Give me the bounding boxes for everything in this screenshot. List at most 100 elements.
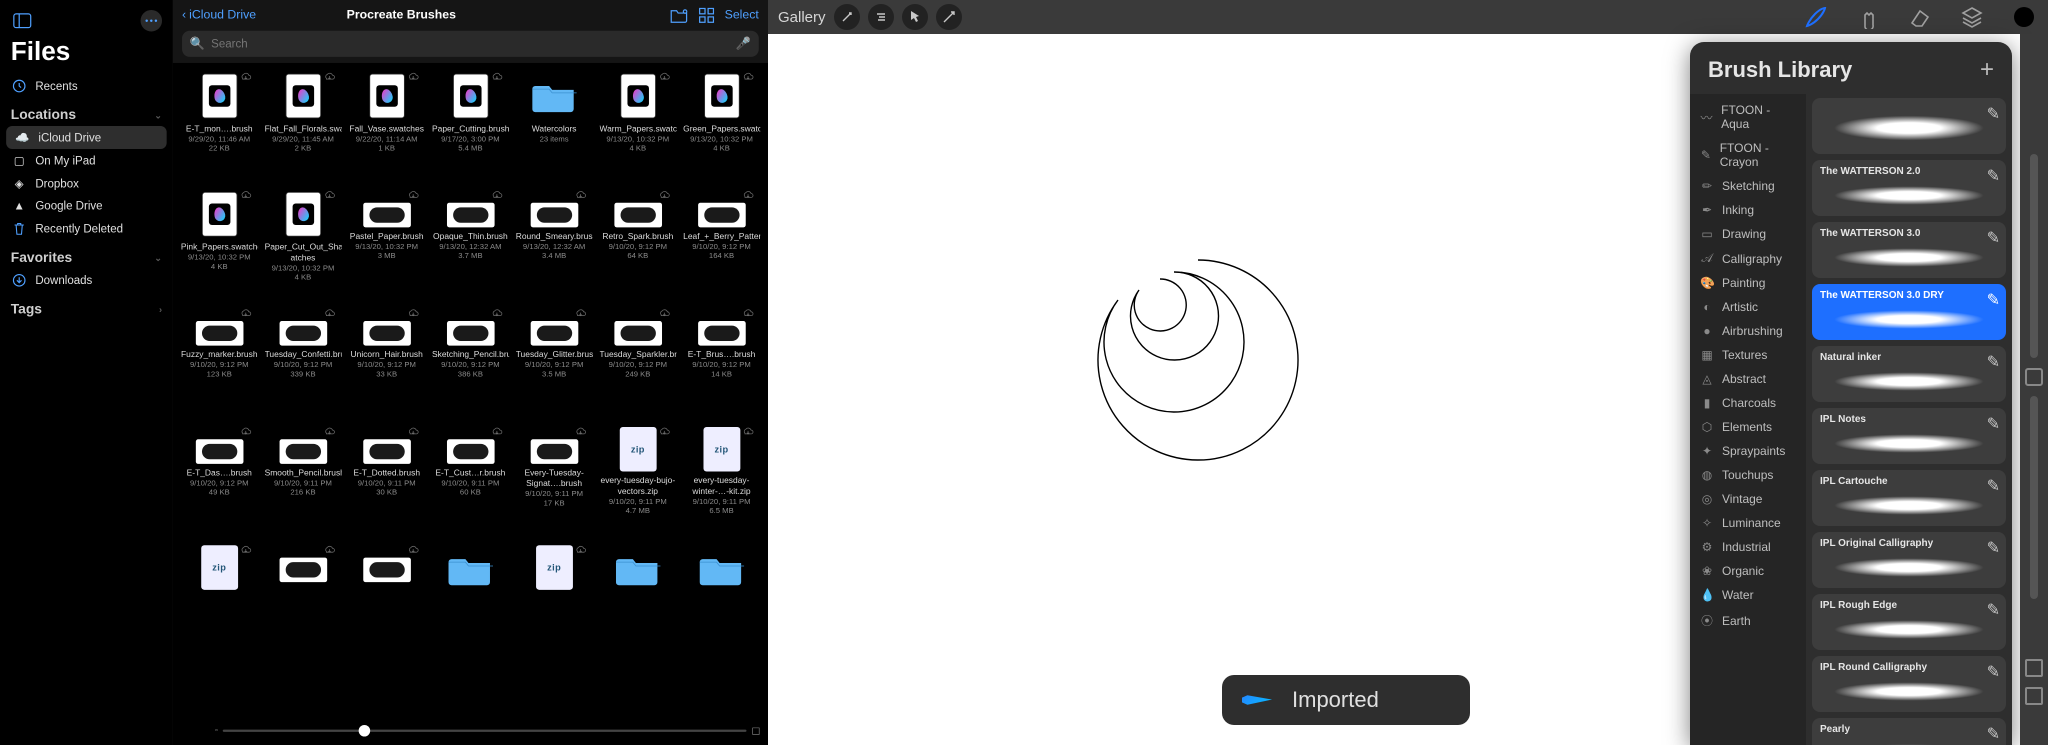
brush-item[interactable]: ✎ bbox=[1812, 98, 2006, 154]
brush-category[interactable]: ✦Spraypaints bbox=[1690, 439, 1806, 463]
brush-item[interactable]: Natural inker✎ bbox=[1812, 346, 2006, 402]
undo-button[interactable] bbox=[2025, 659, 2043, 677]
select-icon[interactable] bbox=[902, 4, 928, 30]
brush-category[interactable]: 〰FTOON - Aqua bbox=[1690, 98, 1806, 136]
file-item[interactable]: Pastel_Paper.brush9/13/20, 10:32 PM3 MB bbox=[346, 187, 427, 302]
file-item[interactable]: zipevery-tuesday-bujo-vectors.zip9/10/20… bbox=[598, 424, 679, 539]
file-item[interactable]: Retro_Spark.brush9/10/20, 9:12 PM64 KB bbox=[598, 187, 679, 302]
file-item[interactable]: Green_Papers.swatches9/13/20, 10:32 PM4 … bbox=[681, 69, 762, 184]
mic-icon[interactable]: 🎤 bbox=[736, 36, 751, 51]
file-item[interactable]: Tuesday_Glitter.brush9/10/20, 9:12 PM3.5… bbox=[514, 306, 595, 421]
file-item[interactable] bbox=[346, 542, 427, 657]
file-item[interactable]: Opaque_Thin.brush9/13/20, 12:32 AM3.7 MB bbox=[430, 187, 511, 302]
loc-dropbox[interactable]: ◈Dropbox bbox=[0, 172, 173, 195]
brush-category[interactable]: ▭Drawing bbox=[1690, 222, 1806, 246]
file-item[interactable]: zip bbox=[514, 542, 595, 657]
file-item[interactable]: Tuesday_Sparkler.brush9/10/20, 9:12 PM24… bbox=[598, 306, 679, 421]
file-item[interactable] bbox=[598, 542, 679, 657]
layers-icon[interactable] bbox=[1958, 3, 1986, 31]
brush-category[interactable]: ✒Inking bbox=[1690, 198, 1806, 222]
brush-category[interactable]: ◬Abstract bbox=[1690, 367, 1806, 391]
file-item[interactable]: Warm_Papers.swatches9/13/20, 10:32 PM4 K… bbox=[598, 69, 679, 184]
loc-recentdel[interactable]: Recently Deleted bbox=[0, 217, 173, 240]
file-item[interactable] bbox=[430, 542, 511, 657]
redo-button[interactable] bbox=[2025, 687, 2043, 705]
file-item[interactable]: E-T_Dotted.brush9/10/20, 9:11 PM30 KB bbox=[346, 424, 427, 539]
brush-category[interactable]: ✎FTOON - Crayon bbox=[1690, 136, 1806, 174]
eraser-tool-icon[interactable] bbox=[1906, 3, 1934, 31]
file-item[interactable]: Sketching_Pencil.brush9/10/20, 9:12 PM38… bbox=[430, 306, 511, 421]
file-item[interactable]: Flat_Fall_Florals.swatches9/29/20, 11:45… bbox=[263, 69, 344, 184]
brush-item[interactable]: IPL Rough Edge✎ bbox=[1812, 594, 2006, 650]
brush-item[interactable]: IPL Original Calligraphy✎ bbox=[1812, 532, 2006, 588]
file-item[interactable]: Paper_Cutting.brushset9/17/20, 3:00 PM5.… bbox=[430, 69, 511, 184]
file-item[interactable]: Unicorn_Hair.brush9/10/20, 9:12 PM33 KB bbox=[346, 306, 427, 421]
file-item[interactable]: E-T_Cust…r.brush9/10/20, 9:11 PM60 KB bbox=[430, 424, 511, 539]
brush-category[interactable]: ◐Artistic bbox=[1690, 295, 1806, 319]
brush-category[interactable]: ✧Luminance bbox=[1690, 511, 1806, 535]
brush-category[interactable]: ●Airbrushing bbox=[1690, 319, 1806, 343]
color-icon[interactable] bbox=[2010, 3, 2038, 31]
adjust-icon[interactable] bbox=[868, 4, 894, 30]
brush-category[interactable]: ▦Textures bbox=[1690, 343, 1806, 367]
file-item[interactable]: zip bbox=[179, 542, 260, 657]
brush-item[interactable]: IPL Cartouche✎ bbox=[1812, 470, 2006, 526]
favorites-header[interactable]: Favorites⌄ bbox=[0, 240, 173, 268]
loc-icloud[interactable]: ☁️iCloud Drive bbox=[6, 126, 167, 149]
file-item[interactable]: Pink_Papers.swatches9/13/20, 10:32 PM4 K… bbox=[179, 187, 260, 302]
file-item[interactable]: Paper_Cut_Out_Shark…atches9/13/20, 10:32… bbox=[263, 187, 344, 302]
sidebar-recents[interactable]: Recents bbox=[0, 74, 173, 97]
file-item[interactable]: Leaf_+_Berry_Pattern.brush9/10/20, 9:12 … bbox=[681, 187, 762, 302]
new-folder-icon[interactable] bbox=[669, 8, 687, 23]
file-item[interactable] bbox=[263, 542, 344, 657]
file-item[interactable]: Smooth_Pencil.brush9/10/20, 9:11 PM216 K… bbox=[263, 424, 344, 539]
search-field[interactable]: 🔍 🎤 bbox=[182, 31, 759, 57]
file-item[interactable] bbox=[681, 542, 762, 657]
brush-category[interactable]: ⦿Earth bbox=[1690, 607, 1806, 634]
add-brush-icon[interactable]: + bbox=[1980, 56, 1994, 84]
file-item[interactable]: E-T_Das….brush9/10/20, 9:12 PM49 KB bbox=[179, 424, 260, 539]
gallery-button[interactable]: Gallery bbox=[778, 9, 826, 26]
thumbnail-size-slider[interactable]: ▫ ◻ bbox=[215, 723, 760, 737]
brush-item[interactable]: IPL Round Calligraphy✎ bbox=[1812, 656, 2006, 712]
actions-icon[interactable] bbox=[834, 4, 860, 30]
brush-category[interactable]: ⚙Industrial bbox=[1690, 535, 1806, 559]
brush-size-slider[interactable] bbox=[2030, 154, 2038, 358]
brush-category[interactable]: ✏Sketching bbox=[1690, 174, 1806, 198]
brush-category[interactable]: ▮Charcoals bbox=[1690, 391, 1806, 415]
file-item[interactable]: Fuzzy_marker.brush9/10/20, 9:12 PM123 KB bbox=[179, 306, 260, 421]
sidebar-toggle-icon[interactable] bbox=[11, 9, 34, 32]
fav-downloads[interactable]: Downloads bbox=[0, 269, 173, 292]
file-item[interactable]: E-T_Brus….brush9/10/20, 9:12 PM14 KB bbox=[681, 306, 762, 421]
file-item[interactable]: E-T_mon….brush9/29/20, 11:46 AM22 KB bbox=[179, 69, 260, 184]
brush-item[interactable]: The WATTERSON 3.0✎ bbox=[1812, 222, 2006, 278]
file-item[interactable]: Tuesday_Confetti.brush9/10/20, 9:12 PM33… bbox=[263, 306, 344, 421]
view-grid-icon[interactable] bbox=[699, 8, 714, 23]
brush-item[interactable]: The WATTERSON 3.0 DRY✎ bbox=[1812, 284, 2006, 340]
brush-category[interactable]: 🎨Painting bbox=[1690, 271, 1806, 295]
loc-gdrive[interactable]: ▲Google Drive bbox=[0, 195, 173, 217]
file-item[interactable]: Round_Smeary.brush9/13/20, 12:32 AM3.4 M… bbox=[514, 187, 595, 302]
brush-category[interactable]: 𝒜Calligraphy bbox=[1690, 246, 1806, 271]
search-input[interactable] bbox=[211, 37, 730, 50]
brush-item[interactable]: IPL Notes✎ bbox=[1812, 408, 2006, 464]
modify-button[interactable] bbox=[2025, 368, 2043, 386]
brush-category[interactable]: ◍Touchups bbox=[1690, 463, 1806, 487]
brush-item[interactable]: Pearly✎ bbox=[1812, 718, 2006, 745]
locations-header[interactable]: Locations⌄ bbox=[0, 98, 173, 126]
smudge-tool-icon[interactable] bbox=[1854, 3, 1882, 31]
brush-category[interactable]: ⬡Elements bbox=[1690, 415, 1806, 439]
brush-category[interactable]: ❀Organic bbox=[1690, 559, 1806, 583]
brush-item[interactable]: The WATTERSON 2.0✎ bbox=[1812, 160, 2006, 216]
brush-category[interactable]: 💧Water bbox=[1690, 583, 1806, 607]
tags-header[interactable]: Tags› bbox=[0, 292, 173, 320]
select-button[interactable]: Select bbox=[725, 8, 759, 22]
file-item[interactable]: Every-Tuesday-Signat….brush9/10/20, 9:11… bbox=[514, 424, 595, 539]
brush-category[interactable]: ◎Vintage bbox=[1690, 487, 1806, 511]
file-item[interactable]: Watercolors23 items bbox=[514, 69, 595, 184]
loc-ipad[interactable]: ▢On My iPad bbox=[0, 149, 173, 172]
transform-icon[interactable] bbox=[936, 4, 962, 30]
brush-tool-icon[interactable] bbox=[1802, 3, 1830, 31]
file-item[interactable]: Fall_Vase.swatches9/22/20, 11:14 AM1 KB bbox=[346, 69, 427, 184]
file-item[interactable]: zipevery-tuesday-winter-…-kit.zip9/10/20… bbox=[681, 424, 762, 539]
